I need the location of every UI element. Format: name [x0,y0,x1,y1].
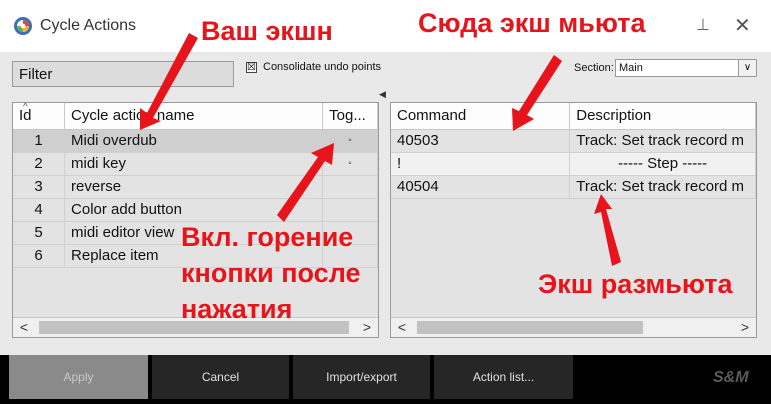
table-header-row: Command Description [391,103,756,130]
close-icon[interactable]: ✕ [734,13,751,38]
annotation-mute-here: Сюда экш мьюта [418,8,646,38]
row-command: ! [391,152,571,176]
row-id: 2 [13,152,66,176]
chevron-down-icon[interactable]: ∨ [738,60,756,76]
filter-label: Filter [19,66,53,83]
commands-list: Command Description 40503 Track: Set tra… [390,102,757,338]
button-bar: Apply Cancel Import/export Action list..… [0,355,771,404]
row-description: Track: Set track record m [569,129,756,153]
import-export-button[interactable]: Import/export [293,355,430,399]
row-name: midi key [64,152,324,176]
scroll-right-icon[interactable]: > [736,319,754,335]
splitter-arrow-icon[interactable]: ◀ [379,89,386,100]
section-label: Section: [574,62,614,74]
column-header-id[interactable]: Id [13,103,66,130]
row-id: 1 [13,129,66,153]
row-id: 5 [13,221,66,245]
column-header-command[interactable]: Command [391,103,571,130]
consolidate-undo-checkbox[interactable]: ☒ [246,62,257,73]
annotation-toggle-line2: кнопки после [181,258,361,288]
table-row[interactable]: ! ----- Step ----- [391,152,756,176]
title-bar: Cycle Actions ⊥ ✕ [0,0,771,52]
table-row[interactable]: 40503 Track: Set track record m [391,129,756,153]
row-name: Color add button [64,198,324,222]
apply-button[interactable]: Apply [9,355,148,399]
consolidate-undo-label: Consolidate undo points [263,61,382,73]
row-toggle[interactable]: ◦ [322,129,378,153]
row-id: 6 [13,244,66,268]
annotation-toggle-line1: Вкл. горение [181,222,354,252]
table-row[interactable]: 3 reverse [13,175,378,199]
window-title: Cycle Actions [40,17,137,34]
commands-table: Command Description 40503 Track: Set tra… [391,103,756,199]
table-row[interactable]: 1 Midi overdub ◦ [13,129,378,153]
horizontal-scrollbar[interactable]: < > [391,317,756,337]
column-header-toggle[interactable]: Tog... [322,103,378,130]
scroll-right-icon[interactable]: > [358,319,376,335]
row-command: 40503 [391,129,571,153]
table-row[interactable]: 2 midi key ◦ [13,152,378,176]
row-description: ----- Step ----- [569,152,756,176]
annotation-unmute: Экш размьюта [538,269,733,299]
scrollbar-thumb[interactable] [417,321,643,334]
row-toggle[interactable] [322,175,378,199]
action-list-button[interactable]: Action list... [434,355,573,399]
reaper-logo-icon [14,17,32,35]
row-id: 4 [13,198,66,222]
table-row[interactable]: 4 Color add button [13,198,378,222]
scroll-left-icon[interactable]: < [393,319,411,335]
column-header-description[interactable]: Description [569,103,756,130]
row-name: reverse [64,175,324,199]
row-toggle[interactable]: ◦ [322,152,378,176]
cycle-actions-window: Cycle Actions ⊥ ✕ Filter ☒ Consolidate u… [0,0,771,404]
table-header-row: Id Cycle action name Tog... [13,103,378,130]
cancel-button[interactable]: Cancel [152,355,289,399]
sort-ascending-icon: ^ [23,102,28,113]
section-select[interactable]: Main ∨ [615,59,757,77]
row-name: Midi overdub [64,129,324,153]
row-toggle[interactable] [322,198,378,222]
section-value: Main [619,62,643,74]
annotation-your-action: Ваш экшн [201,16,333,46]
table-row[interactable]: 40504 Track: Set track record m [391,175,756,199]
sm-logo: S&M [713,369,749,386]
row-command: 40504 [391,175,571,199]
annotation-toggle-line3: нажатия [181,294,293,324]
filter-input[interactable]: Filter [12,61,234,87]
pin-icon[interactable]: ⊥ [696,15,710,35]
column-header-name[interactable]: Cycle action name [64,103,324,130]
row-id: 3 [13,175,66,199]
scroll-left-icon[interactable]: < [15,319,33,335]
row-description: Track: Set track record m [569,175,756,199]
